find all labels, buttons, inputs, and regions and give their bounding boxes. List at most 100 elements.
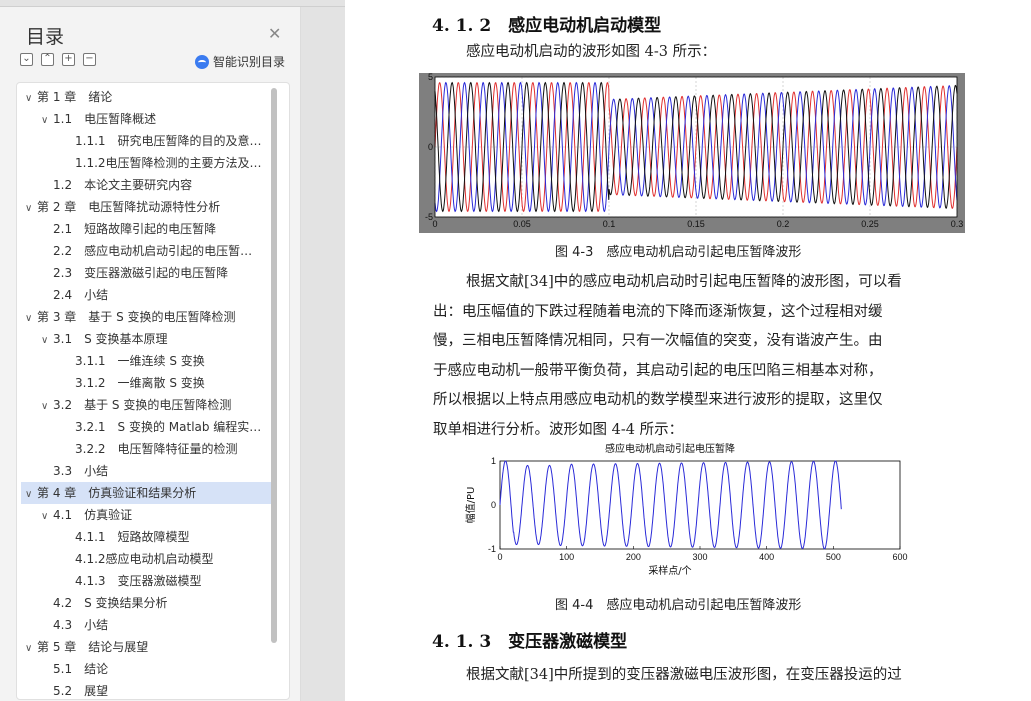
toc-item-label: 5.1 结论 xyxy=(53,662,109,676)
toc-item[interactable]: 5.1 结论 xyxy=(17,658,289,680)
figure-4-4-caption: 图 4-4 感应电动机启动引起电压暂降波形 xyxy=(555,598,802,613)
x-tick-label: 400 xyxy=(759,552,774,562)
toc-item-label: 3.2.1 S 变换的 Matlab 编程实… xyxy=(75,420,262,434)
y-tick-label: 5 xyxy=(428,73,433,82)
toc-item-label: 3.2.2 电压暂降特征量的检测 xyxy=(75,442,238,456)
close-icon[interactable]: ✕ xyxy=(268,24,281,43)
toc-item[interactable]: 4.3 小结 xyxy=(17,614,289,636)
chevron-down-icon[interactable]: ∨ xyxy=(25,198,37,218)
sidebar-title: 目录 xyxy=(26,26,65,48)
toc-item-label: 5.2 展望 xyxy=(53,684,109,698)
y-tick-label: 0 xyxy=(428,142,433,152)
toc-item[interactable]: 2.2 感应电动机启动引起的电压暂… xyxy=(17,240,289,262)
toc-item[interactable]: 1.1.1 研究电压暂降的目的及意… xyxy=(17,130,289,152)
toc-item[interactable]: ∨ 第 2 章 电压暂降扰动源特性分析 xyxy=(17,196,281,218)
toc-item[interactable]: 4.2 S 变换结果分析 xyxy=(17,592,289,614)
x-tick-label: 600 xyxy=(892,552,907,562)
toc-item[interactable]: 3.2.2 电压暂降特征量的检测 xyxy=(17,438,289,460)
toc-item[interactable]: 4.1.3 变压器激磁模型 xyxy=(17,570,289,592)
figure-4-4-chart: 感应电动机启动引起电压暂降0 100 200 300 400 500 60010-1采样点/… xyxy=(464,442,908,577)
toc-item[interactable]: 3.1.2 一维离散 S 变换 xyxy=(17,372,289,394)
toc-item-label: 4.1 仿真验证 xyxy=(53,508,133,522)
x-tick-label: 0.3 xyxy=(951,219,964,229)
paragraph-2: 根据文献[34]中所提到的变压器激磁电压波形图，在变压器投运的过 xyxy=(466,667,902,683)
smart-icon xyxy=(195,54,209,69)
chevron-down-icon[interactable]: ∨ xyxy=(25,88,37,108)
chevron-down-icon[interactable]: ∨ xyxy=(41,396,53,416)
collapse-level-icon[interactable]: ⌃ xyxy=(41,53,54,66)
toc-item[interactable]: 2.1 短路故障引起的电压暂降 xyxy=(17,218,289,240)
toc-item-label: 第 4 章 仿真验证和结果分析 xyxy=(37,486,197,500)
toc-item[interactable]: 2.3 变压器激磁引起的电压暂降 xyxy=(17,262,289,284)
x-tick-label: 0.15 xyxy=(687,219,705,229)
toc-item[interactable]: ∨ 第 4 章 仿真验证和结果分析 xyxy=(21,482,277,504)
toc-list: ∨ 第 1 章 绪论 ∨ 1.1 电压暂降概述 1.1.1 研究电压暂降的目的及意… 1.… xyxy=(16,82,290,700)
toc-item-label: 2.3 变压器激磁引起的电压暂降 xyxy=(53,266,229,280)
chevron-down-icon[interactable]: ∨ xyxy=(41,330,53,350)
toc-item-label: 2.2 感应电动机启动引起的电压暂… xyxy=(53,244,253,258)
y-tick-label: 0 xyxy=(491,500,496,510)
paragraph-line: 于感应电动机一般带平衡负荷，其启动引起的电压凹陷三相基本对称， xyxy=(433,362,883,379)
toc-item-label: 4.1.2感应电动机启动模型 xyxy=(75,552,214,566)
toc-item[interactable]: 4.1.1 短路故障模型 xyxy=(17,526,289,548)
paragraph-line: 根据文献[34]中的感应电动机启动时引起电压暂降的波形图，可以看 xyxy=(466,274,902,290)
chevron-down-icon[interactable]: ∨ xyxy=(41,110,53,130)
document-margin xyxy=(301,0,345,701)
toc-item[interactable]: 3.1.1 一维连续 S 变换 xyxy=(17,350,289,372)
toc-item[interactable]: 3.2.1 S 变换的 Matlab 编程实… xyxy=(17,416,289,438)
toc-item-label: 3.1 S 变换基本原理 xyxy=(53,332,168,346)
toc-item[interactable]: ∨ 3.1 S 变换基本原理 xyxy=(17,328,289,350)
toc-item-label: 3.1.1 一维连续 S 变换 xyxy=(75,354,205,368)
expand-level-icon[interactable]: ⌄ xyxy=(20,53,33,66)
toc-item-label: 3.3 小结 xyxy=(53,464,109,478)
toc-item[interactable]: 5.2 展望 xyxy=(17,680,289,699)
collapse-all-icon[interactable]: − xyxy=(83,53,96,66)
toc-toolbar: ⌄ ⌃ + − xyxy=(20,53,96,66)
expand-all-icon[interactable]: + xyxy=(62,53,75,66)
toc-item-label: 1.1.2电压暂降检测的主要方法及… xyxy=(75,156,262,170)
chevron-down-icon[interactable]: ∨ xyxy=(25,484,37,504)
toc-item[interactable]: 2.4 小结 xyxy=(17,284,289,306)
smart-toc-button[interactable]: 智能识别目录 xyxy=(195,53,285,70)
x-tick-label: 0 xyxy=(432,219,437,229)
toc-item-label: 1.2 本论文主要研究内容 xyxy=(53,178,193,192)
paragraph-line: 慢，三相电压暂降情况相同，只有一次幅值的突变，没有谐波产生。由 xyxy=(433,333,883,349)
toc-item[interactable]: 1.2 本论文主要研究内容 xyxy=(17,174,289,196)
toc-item[interactable]: ∨ 3.2 基于 S 变换的电压暂降检测 xyxy=(17,394,289,416)
toc-item-label: 1.1 电压暂降概述 xyxy=(53,112,157,126)
x-tick-label: 300 xyxy=(692,552,707,562)
toc-item[interactable]: 1.1.2电压暂降检测的主要方法及… xyxy=(17,152,289,174)
toc-item-label: 第 3 章 基于 S 变换的电压暂降检测 xyxy=(37,310,236,324)
toc-scrollbar[interactable] xyxy=(271,88,277,643)
figure-4-3-caption: 图 4-3 感应电动机启动引起电压暂降波形 xyxy=(555,245,802,260)
section-heading-4-1-3: 4. 1. 3 变压器激磁模型 xyxy=(432,632,628,652)
plot-frame xyxy=(499,460,901,550)
toc-item[interactable]: ∨ 1.1 电压暂降概述 xyxy=(17,108,289,130)
toc-item[interactable]: ∨ 第 3 章 基于 S 变换的电压暂降检测 xyxy=(17,306,281,328)
x-tick-label: 500 xyxy=(826,552,841,562)
toc-item[interactable]: ∨ 第 1 章 绪论 xyxy=(17,86,281,108)
intro-paragraph: 感应电动机启动的波形如图 4-3 所示： xyxy=(466,44,717,60)
toc-item-label: 4.3 小结 xyxy=(53,618,109,632)
chevron-down-icon[interactable]: ∨ xyxy=(41,506,53,526)
toc-item[interactable]: 3.3 小结 xyxy=(17,460,289,482)
y-axis-label: 幅值/PU xyxy=(464,487,477,524)
chevron-down-icon[interactable]: ∨ xyxy=(25,308,37,328)
smart-toc-label: 智能识别目录 xyxy=(213,55,286,69)
toc-item-label: 4.1.3 变压器激磁模型 xyxy=(75,574,202,588)
figure-4-3-chart: 0 0.05 0.1 0.15 0.2 0.25 0.350-5 xyxy=(419,73,965,233)
toc-item-label: 2.4 小结 xyxy=(53,288,109,302)
toc-item[interactable]: 4.1.2感应电动机启动模型 xyxy=(17,548,289,570)
toc-item[interactable]: ∨ 第 5 章 结论与展望 xyxy=(17,636,281,658)
toc-item-label: 3.1.2 一维离散 S 变换 xyxy=(75,376,205,390)
x-tick-label: 0.1 xyxy=(603,219,616,229)
toc-item-label: 4.1.1 短路故障模型 xyxy=(75,530,190,544)
toc-item-label: 1.1.1 研究电压暂降的目的及意… xyxy=(75,134,262,148)
y-tick-label: -5 xyxy=(425,212,433,222)
toc-item[interactable]: ∨ 4.1 仿真验证 xyxy=(17,504,289,526)
y-tick-label: -1 xyxy=(488,544,496,554)
y-tick-label: 1 xyxy=(491,456,496,466)
x-tick-label: 0.2 xyxy=(777,219,790,229)
x-tick-label: 0.25 xyxy=(861,219,879,229)
chevron-down-icon[interactable]: ∨ xyxy=(25,638,37,658)
